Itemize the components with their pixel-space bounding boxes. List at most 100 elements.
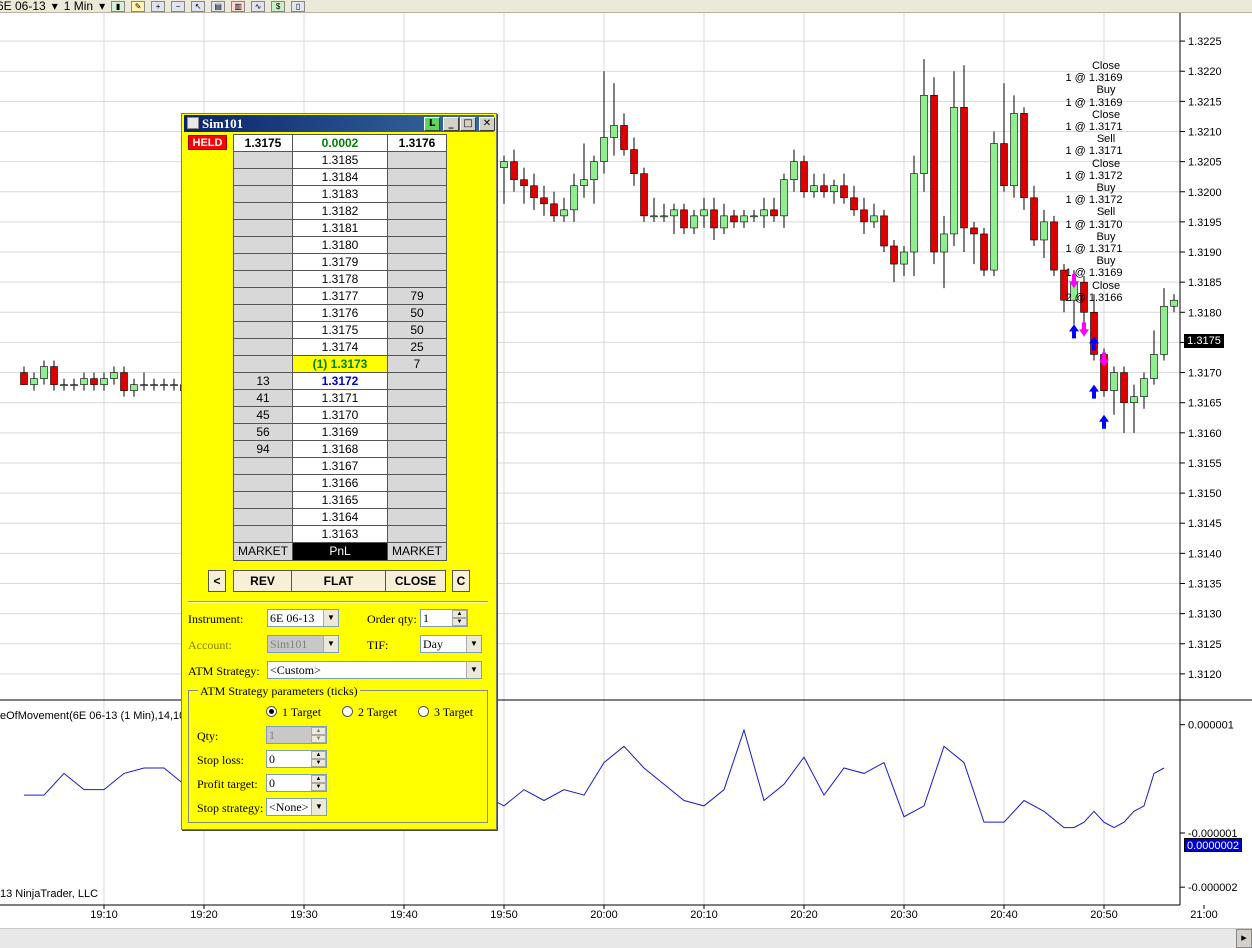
reverse-button[interactable]: REV bbox=[233, 570, 292, 592]
dropdown-arrow-icon[interactable]: ▾ bbox=[96, 0, 108, 12]
ask-cell[interactable] bbox=[387, 202, 447, 220]
qty-stepper[interactable]: 1 ▲ ▼ bbox=[266, 726, 327, 744]
spin-down-icon[interactable]: ▼ bbox=[311, 759, 326, 767]
bid-cell[interactable] bbox=[233, 253, 293, 271]
dropdown-arrow-icon[interactable]: ▼ bbox=[466, 662, 481, 678]
market-sell-button[interactable]: MARKET bbox=[387, 542, 447, 561]
price-cell[interactable]: 1.3184 bbox=[292, 168, 388, 186]
order-qty-stepper[interactable]: 1 ▲ ▼ bbox=[420, 609, 468, 627]
spin-down-icon[interactable]: ▼ bbox=[452, 618, 467, 626]
instrument-select[interactable]: 6E 06-13 ▼ bbox=[267, 609, 339, 627]
dollar-icon[interactable]: $ bbox=[271, 0, 286, 12]
price-cell[interactable]: 1.3166 bbox=[292, 474, 388, 492]
collapse-button[interactable]: < bbox=[208, 570, 226, 592]
market-buy-button[interactable]: MARKET bbox=[233, 542, 293, 561]
cursor-icon[interactable]: ↖ bbox=[191, 0, 206, 12]
price-cell[interactable]: 1.3175 bbox=[292, 321, 388, 339]
maximize-icon[interactable]: □ bbox=[460, 117, 476, 131]
pencil-icon[interactable]: ✎ bbox=[131, 0, 146, 12]
spin-down-icon[interactable]: ▼ bbox=[311, 783, 326, 791]
spin-down-icon[interactable]: ▼ bbox=[311, 735, 326, 743]
price-cell[interactable]: 1.3174 bbox=[292, 338, 388, 356]
price-cell[interactable]: 1.3163 bbox=[292, 525, 388, 543]
price-cell[interactable]: 1.3177 bbox=[292, 287, 388, 305]
ask-cell[interactable] bbox=[387, 253, 447, 271]
bid-cell[interactable]: 94 bbox=[233, 440, 293, 458]
candlestick-icon[interactable]: ▮ bbox=[111, 0, 126, 12]
spin-up-icon[interactable]: ▲ bbox=[452, 610, 467, 618]
bid-cell[interactable] bbox=[233, 474, 293, 492]
profit-target-stepper[interactable]: 0 ▲ ▼ bbox=[266, 774, 327, 792]
dropdown-arrow-icon[interactable]: ▾ bbox=[49, 0, 61, 12]
bid-cell[interactable] bbox=[233, 185, 293, 203]
link-icon[interactable]: L bbox=[424, 117, 440, 131]
instrument-selector[interactable]: 6E 06-13 bbox=[0, 0, 49, 12]
price-cell[interactable]: 1.3169 bbox=[292, 423, 388, 441]
price-cell[interactable]: 1.3165 bbox=[292, 491, 388, 509]
price-cell[interactable]: 1.3170 bbox=[292, 406, 388, 424]
price-cell[interactable]: 1.3183 bbox=[292, 185, 388, 203]
horizontal-scrollbar[interactable]: ▸ bbox=[0, 928, 1252, 948]
bid-cell[interactable] bbox=[233, 202, 293, 220]
ask-cell[interactable] bbox=[387, 151, 447, 169]
ask-cell[interactable] bbox=[387, 491, 447, 509]
close-icon[interactable]: ✕ bbox=[479, 117, 495, 131]
bid-cell[interactable] bbox=[233, 219, 293, 237]
ask-cell[interactable] bbox=[387, 525, 447, 543]
price-cell[interactable]: 1.3164 bbox=[292, 508, 388, 526]
pnl-toggle-button[interactable]: PnL bbox=[292, 542, 388, 561]
stop-strategy-select[interactable]: <None> ▼ bbox=[266, 798, 327, 816]
ask-cell[interactable] bbox=[387, 474, 447, 492]
ask-cell[interactable]: 50 bbox=[387, 321, 447, 339]
strategy-icon[interactable]: ▥ bbox=[231, 0, 246, 12]
bid-cell[interactable] bbox=[233, 355, 293, 373]
bid-cell[interactable] bbox=[233, 508, 293, 526]
ask-cell[interactable] bbox=[387, 185, 447, 203]
spin-up-icon[interactable]: ▲ bbox=[311, 727, 326, 735]
spin-up-icon[interactable]: ▲ bbox=[311, 775, 326, 783]
ask-cell[interactable] bbox=[387, 389, 447, 407]
ask-cell[interactable] bbox=[387, 236, 447, 254]
cancel-orders-button[interactable]: C bbox=[452, 570, 470, 592]
bid-cell[interactable] bbox=[233, 151, 293, 169]
atm-strategy-select[interactable]: <Custom> ▼ bbox=[267, 661, 482, 679]
price-cell[interactable]: 1.3168 bbox=[292, 440, 388, 458]
bid-cell[interactable]: 45 bbox=[233, 406, 293, 424]
interval-selector[interactable]: 1 Min bbox=[61, 0, 96, 12]
target-3-radio[interactable]: 3 Target bbox=[418, 705, 473, 719]
ask-cell[interactable] bbox=[387, 219, 447, 237]
tif-select[interactable]: Day ▼ bbox=[420, 635, 482, 653]
bid-cell[interactable]: 41 bbox=[233, 389, 293, 407]
bid-cell[interactable]: 56 bbox=[233, 423, 293, 441]
price-cell[interactable]: 1.3176 bbox=[292, 304, 388, 322]
ask-cell[interactable] bbox=[387, 457, 447, 475]
ask-cell[interactable] bbox=[387, 270, 447, 288]
bid-cell[interactable] bbox=[233, 338, 293, 356]
ask-cell[interactable]: 50 bbox=[387, 304, 447, 322]
dropdown-arrow-icon[interactable]: ▼ bbox=[466, 636, 481, 652]
bid-cell[interactable] bbox=[233, 321, 293, 339]
bid-cell[interactable] bbox=[233, 491, 293, 509]
price-cell[interactable]: 1.3179 bbox=[292, 253, 388, 271]
price-cell[interactable]: 1.3181 bbox=[292, 219, 388, 237]
minimize-icon[interactable]: _ bbox=[443, 117, 459, 131]
dom-title-bar[interactable]: Sim101 L _ □ ✕ bbox=[184, 115, 495, 132]
bid-cell[interactable] bbox=[233, 525, 293, 543]
price-cell[interactable]: 1.3172 bbox=[292, 372, 388, 390]
properties-icon[interactable]: ▤ bbox=[211, 0, 226, 12]
spin-up-icon[interactable]: ▲ bbox=[311, 751, 326, 759]
target-2-radio[interactable]: 2 Target bbox=[342, 705, 397, 719]
flatten-button[interactable]: FLAT bbox=[291, 570, 386, 592]
dropdown-arrow-icon[interactable]: ▼ bbox=[311, 799, 326, 815]
zoom-out-icon[interactable]: − bbox=[171, 0, 186, 12]
indicator-icon[interactable]: ∿ bbox=[251, 0, 266, 12]
bid-cell[interactable] bbox=[233, 236, 293, 254]
price-cell[interactable]: 1.3185 bbox=[292, 151, 388, 169]
price-cell[interactable]: 1.3178 bbox=[292, 270, 388, 288]
price-cell[interactable]: 1.3171 bbox=[292, 389, 388, 407]
ask-cell[interactable]: 79 bbox=[387, 287, 447, 305]
price-cell[interactable]: 1.3167 bbox=[292, 457, 388, 475]
bid-cell[interactable] bbox=[233, 287, 293, 305]
ask-cell[interactable] bbox=[387, 372, 447, 390]
ask-cell[interactable] bbox=[387, 168, 447, 186]
